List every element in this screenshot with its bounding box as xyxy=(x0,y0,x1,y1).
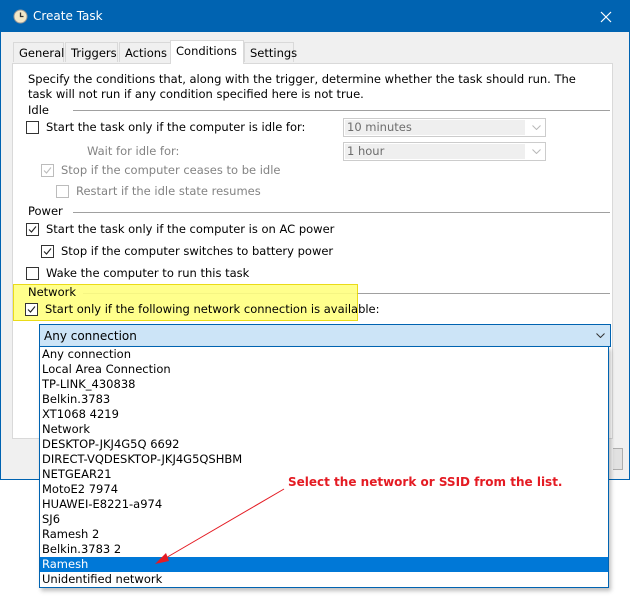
dropdown-option[interactable]: Network xyxy=(40,422,608,437)
chevron-down-icon xyxy=(596,333,605,338)
checkbox-box xyxy=(26,222,39,236)
checkmark-icon xyxy=(43,247,52,255)
dropdown-option[interactable]: Ramesh 2 xyxy=(40,527,608,542)
checkmark-icon xyxy=(27,305,36,313)
power-group-label: Power xyxy=(28,204,69,218)
annotation-text: Select the network or SSID from the list… xyxy=(288,475,563,489)
idle-divider xyxy=(73,110,610,111)
network-group-label: Network xyxy=(28,285,77,299)
tab-triggers[interactable]: Triggers xyxy=(65,42,118,62)
network-dropdown-list: Any connection Local Area Connection TP-LI… xyxy=(39,346,609,588)
checkbox-label: Start only if the following network conn… xyxy=(45,302,380,316)
dropdown-option[interactable]: DIRECT-VQDESKTOP-JKJ4G5QSHBM xyxy=(40,452,608,467)
wait-for-idle-label: Wait for idle for: xyxy=(87,144,180,158)
checkbox-label: Start the task only if the computer is i… xyxy=(46,120,306,134)
tab-label: Actions xyxy=(125,46,168,60)
wait-duration-select[interactable]: 1 hour xyxy=(343,142,546,161)
dropdown-option[interactable]: Local Area Connection xyxy=(40,362,608,377)
network-connection-select[interactable]: Any connection xyxy=(39,324,611,347)
tab-general[interactable]: General xyxy=(13,42,64,62)
clock-icon xyxy=(13,9,28,24)
checkbox-label: Start the task only if the computer is o… xyxy=(46,222,335,236)
checkmark-icon xyxy=(28,225,37,233)
checkbox-box xyxy=(41,244,54,258)
stop-if-ceases-checkbox[interactable]: Stop if the computer ceases to be idle xyxy=(41,163,281,177)
chevron-down-icon xyxy=(532,125,541,130)
restart-if-resumes-checkbox[interactable]: Restart if the idle state resumes xyxy=(56,184,261,198)
power-divider xyxy=(73,212,610,213)
checkbox-box xyxy=(41,163,54,177)
dropdown-option[interactable]: Belkin.3783 2 xyxy=(40,542,608,557)
tab-settings[interactable]: Settings xyxy=(244,42,298,62)
chevron-down-icon xyxy=(532,149,541,154)
idle-duration-select[interactable]: 10 minutes xyxy=(343,118,546,137)
dropdown-option[interactable]: Ramesh xyxy=(40,557,608,572)
tab-label: Conditions xyxy=(176,44,237,58)
dropdown-option[interactable]: DESKTOP-JKJ4G5Q 6692 xyxy=(40,437,608,452)
title-bar: Create Task xyxy=(1,1,629,32)
checkbox-box xyxy=(26,266,39,280)
dropdown-option[interactable]: SJ6 xyxy=(40,512,608,527)
idle-group-label: Idle xyxy=(28,103,55,117)
network-condition-checkbox[interactable]: Start only if the following network conn… xyxy=(25,302,380,316)
dialog-button-partial[interactable] xyxy=(613,448,623,470)
tab-label: Settings xyxy=(250,46,298,60)
checkbox-label: Restart if the idle state resumes xyxy=(76,184,261,198)
idle-duration-value: 10 minutes xyxy=(345,120,525,135)
checkbox-box xyxy=(26,120,39,134)
checkmark-icon xyxy=(43,166,52,174)
checkbox-box xyxy=(56,184,69,198)
wait-duration-value: 1 hour xyxy=(345,144,525,159)
tab-actions[interactable]: Actions xyxy=(119,42,171,62)
checkbox-label: Stop if the computer ceases to be idle xyxy=(61,163,281,177)
dropdown-option[interactable]: HUAWEI-E8221-a974 xyxy=(40,497,608,512)
ac-power-checkbox[interactable]: Start the task only if the computer is o… xyxy=(26,222,334,236)
tab-label: General xyxy=(19,46,65,60)
wake-computer-checkbox[interactable]: Wake the computer to run this task xyxy=(26,266,249,280)
dropdown-option[interactable]: Belkin.3783 xyxy=(40,392,608,407)
start-if-idle-checkbox[interactable]: Start the task only if the computer is i… xyxy=(26,120,305,134)
dropdown-option[interactable]: XT1068 4219 xyxy=(40,407,608,422)
checkbox-label: Stop if the computer switches to battery… xyxy=(61,244,334,258)
network-connection-value: Any connection xyxy=(44,329,137,343)
dropdown-option[interactable]: Unidentified network xyxy=(40,572,608,587)
tab-conditions[interactable]: Conditions xyxy=(170,40,244,64)
intro-text: Specify the conditions that, along with … xyxy=(28,72,576,101)
dropdown-option[interactable]: Any connection xyxy=(40,347,608,362)
checkbox-box xyxy=(25,302,38,316)
dropdown-option[interactable]: TP-LINK_430838 xyxy=(40,377,608,392)
close-button[interactable] xyxy=(583,1,629,32)
close-icon xyxy=(600,11,612,22)
battery-stop-checkbox[interactable]: Stop if the computer switches to battery… xyxy=(41,244,333,258)
tab-label: Triggers xyxy=(71,46,117,60)
window-title: Create Task xyxy=(33,9,103,23)
checkbox-label: Wake the computer to run this task xyxy=(46,266,250,280)
